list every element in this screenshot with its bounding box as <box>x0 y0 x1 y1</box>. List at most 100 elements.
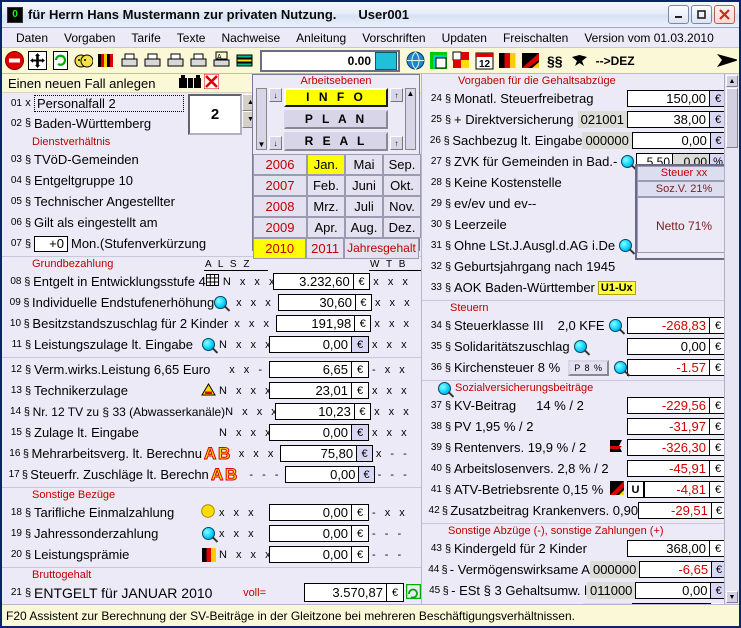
colors-icon[interactable] <box>451 50 472 71</box>
globe-icon[interactable] <box>405 50 426 71</box>
row-code[interactable]: 021001 <box>577 111 627 128</box>
year-2008[interactable]: 2008 <box>253 196 307 217</box>
print-icon-4[interactable] <box>188 50 209 71</box>
month-okt[interactable]: Okt. <box>383 175 421 196</box>
row-value[interactable]: -268,83 <box>627 317 710 334</box>
magnifier-icon[interactable] <box>214 296 227 309</box>
table-row[interactable]: 34 § Steuerklasse III 2,0 KFE -268,83 € <box>422 315 739 336</box>
masks-icon[interactable] <box>73 50 94 71</box>
row-value[interactable]: 0,00 <box>631 132 711 149</box>
menu-vorgaben[interactable]: Vorgaben <box>56 30 123 46</box>
brutto-value[interactable]: 3.570,87 <box>304 583 387 602</box>
magnifier-icon[interactable] <box>438 382 451 395</box>
row-value[interactable]: 0,00 <box>627 338 710 355</box>
scroll-thumb[interactable] <box>726 88 738 148</box>
month-mrz[interactable]: Mrz. <box>307 196 345 217</box>
table-row[interactable]: 26 § Sachbezug lt. Eingabe 000000 0,00 € <box>422 130 739 151</box>
row-value[interactable]: 0,00 <box>269 504 352 521</box>
row-value[interactable]: 30,60 <box>277 294 356 311</box>
row-value[interactable]: -229,56 <box>627 397 710 414</box>
dez-button[interactable]: -->DEZ <box>592 54 639 68</box>
menu-freischalten[interactable]: Freischalten <box>495 30 576 46</box>
stack-icon[interactable] <box>234 50 255 71</box>
move-icon[interactable] <box>27 50 48 71</box>
level-nav-up[interactable]: ↑ ↑ <box>390 88 403 150</box>
menu-texte[interactable]: Texte <box>169 30 214 46</box>
row-value[interactable]: 191,98 <box>276 315 356 332</box>
menu-tarife[interactable]: Tarife <box>123 30 168 46</box>
level-plan-button[interactable]: P L A N <box>284 110 388 129</box>
row-value[interactable]: 3.232,60 <box>272 273 354 290</box>
table-row[interactable]: 24 § Monatl. Steuerfreibetrag 150,00 € <box>422 88 739 109</box>
month-juni[interactable]: Juni <box>345 175 383 196</box>
month-jan[interactable]: Jan. <box>307 154 345 175</box>
row-value[interactable]: 6,65 <box>269 361 352 378</box>
toolbar-value[interactable]: 0.00 <box>262 54 375 68</box>
table-row[interactable]: 40 § Arbeitslosenvers. 2,8 % / 2 -45,91 … <box>422 458 739 479</box>
row-code[interactable]: 011000 <box>586 582 636 599</box>
row-value[interactable]: -31,97 <box>627 418 710 435</box>
table-row[interactable]: 38 § PV 1,95 % / 2 -31,97 € <box>422 416 739 437</box>
table-row[interactable]: 15 § Zulage lt. Eingabe N x x x 0,00 € x… <box>2 422 421 443</box>
table-row[interactable]: 08 § Entgelt in Entwicklungsstufe 4 N x … <box>2 271 421 292</box>
table-icon[interactable] <box>205 274 219 289</box>
green-refresh-icon[interactable] <box>405 583 422 602</box>
level-nav-down[interactable]: ↓ ↓ <box>269 88 282 150</box>
window-icon[interactable] <box>428 50 449 71</box>
row-value[interactable]: 150,00 <box>627 90 710 107</box>
row-value[interactable]: 75,80 <box>280 445 358 462</box>
row-value[interactable]: -29,51 <box>638 502 712 519</box>
magnifier-icon[interactable] <box>573 340 587 353</box>
table-row[interactable]: 13 § Technikerzulage N x x x 23,01 € x x… <box>2 380 421 401</box>
maximize-button[interactable] <box>691 5 712 24</box>
menu-nachweise[interactable]: Nachweise <box>213 30 288 46</box>
table-row[interactable]: 11 § Leistungszulage lt. Eingabe N x x x… <box>2 334 421 355</box>
year-2011[interactable]: 2011 <box>306 238 344 259</box>
row-value[interactable]: -326,30 <box>627 439 710 456</box>
level-real-button[interactable]: R E A L <box>284 132 388 151</box>
stufenverkuerzung-offset[interactable]: +0 <box>34 235 68 252</box>
case-count-value[interactable]: 2 <box>188 94 242 135</box>
row-value[interactable]: 0,00 <box>269 546 352 563</box>
table-row[interactable]: 16 § Mehrarbeitsverg. lt. Berechnu AB x … <box>2 443 421 464</box>
year-2007[interactable]: 2007 <box>253 175 307 196</box>
magnifier-icon[interactable] <box>202 527 215 540</box>
table-row[interactable]: 19 § Jahressonderzahlung x x x 0,00 € - … <box>2 523 421 544</box>
row-value[interactable]: 0,00 <box>269 525 352 542</box>
stop-icon[interactable] <box>4 50 25 71</box>
print-text-icon[interactable]: A <box>211 50 232 71</box>
row-code[interactable]: 000000 <box>582 603 632 604</box>
eagle-icon[interactable] <box>569 50 590 71</box>
row-value[interactable]: -45,91 <box>627 460 710 477</box>
row-code[interactable]: 000000 <box>589 561 640 578</box>
row-value[interactable]: 0,00 <box>631 603 711 604</box>
table-row[interactable]: 22 § 35,00000 WoStd. v. normal 39,00000 … <box>2 603 421 604</box>
table-row[interactable]: 39 § Rentenvers. 19,9 % / 2 -326,30 € <box>422 437 739 458</box>
flag-de-slant-icon[interactable] <box>520 50 541 71</box>
case-count-stepper[interactable]: 2 ▲ ▼ <box>188 94 259 135</box>
month-aug[interactable]: Aug. <box>345 217 383 238</box>
month-juli[interactable]: Juli <box>345 196 383 217</box>
level-scrollbar-right[interactable]: ▲ <box>405 88 416 150</box>
row-value[interactable]: 38,00 <box>627 111 710 128</box>
month-dez[interactable]: Dez. <box>383 217 421 238</box>
level-up-2[interactable]: ↑ <box>390 136 403 150</box>
cursor-arrow-icon[interactable] <box>716 50 737 71</box>
table-row[interactable]: 35 § Solidaritätszuschlag 0,00 € <box>422 336 739 357</box>
table-row[interactable]: 41 § ATV-Betriebsrente 0,15 % U -4,81 € <box>422 479 739 500</box>
p8-button[interactable]: P 8 % <box>568 359 610 376</box>
print-icon-2[interactable] <box>142 50 163 71</box>
row-value[interactable]: 23,01 <box>269 382 352 399</box>
calendar-12-icon[interactable]: 12 <box>474 50 495 71</box>
menu-daten[interactable]: Daten <box>8 30 56 46</box>
table-row[interactable]: 44 § - Vermögenswirksame A 000000 -6,65 … <box>422 559 739 580</box>
jahresgehalt-button[interactable]: Jahresgehalt <box>343 238 420 259</box>
row-value[interactable]: -1.57 <box>627 359 711 376</box>
scroll-up-button[interactable]: ▲ <box>726 75 738 87</box>
row-code[interactable]: 000000 <box>582 132 632 149</box>
month-sep[interactable]: Sep. <box>383 154 421 175</box>
table-row[interactable]: 43 § Kindergeld für 2 Kinder 368,00 € <box>422 538 739 559</box>
print-icon-1[interactable] <box>119 50 140 71</box>
row-value[interactable]: 368,00 <box>627 540 710 557</box>
row-value[interactable]: -4,81 <box>644 481 710 498</box>
